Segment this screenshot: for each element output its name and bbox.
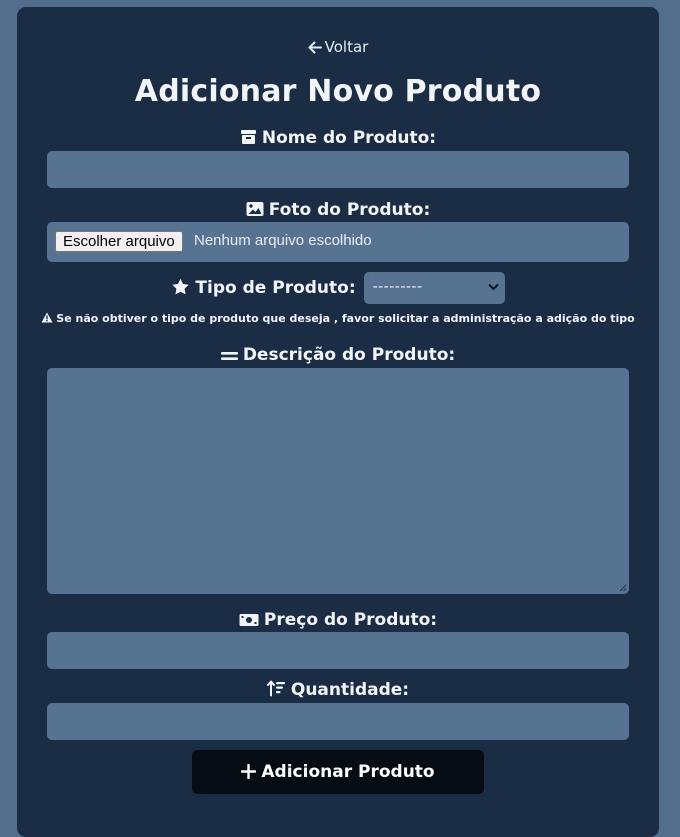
preco-input[interactable] [47,632,629,669]
add-product-button[interactable]: Adicionar Produto [192,750,484,794]
nome-input[interactable] [47,151,629,188]
equals-icon [220,352,238,360]
add-product-label: Adicionar Produto [261,762,435,782]
image-icon [246,202,264,216]
tipo-warning: Se não obtiver o tipo de produto que des… [17,312,659,325]
box-icon [240,130,256,144]
arrow-left-icon [308,41,322,54]
plus-icon [241,763,257,780]
quantidade-label: Quantidade: [17,680,659,700]
foto-file-input[interactable]: Escolher arquivo Nenhum arquivo escolhid… [47,222,629,262]
tipo-label: Tipo de Produto: [171,272,356,304]
descricao-label: Descrição do Produto: [17,345,659,365]
back-label: Voltar [324,38,369,56]
quantidade-input[interactable] [47,703,629,740]
preco-label: Preço do Produto: [17,610,659,630]
page-title: Adicionar Novo Produto [134,74,542,109]
sort-amount-icon [266,680,285,697]
foto-label: Foto do Produto: [17,200,659,220]
chevron-down-icon [487,283,499,291]
warning-icon [41,312,53,323]
nome-label: Nome do Produto: [17,128,659,148]
choose-file-button[interactable]: Escolher arquivo [55,231,183,252]
add-product-card: Voltar Adicionar Novo Produto Nome do Pr… [17,7,659,837]
descricao-textarea[interactable] [47,368,629,594]
resize-handle-icon[interactable] [619,584,627,592]
tipo-row: Tipo de Produto: --------- [17,272,659,304]
money-icon [239,614,259,626]
file-status-text: Nenhum arquivo escolhido [194,232,372,249]
star-icon [172,278,190,295]
tipo-selected-value: --------- [372,279,423,295]
back-link[interactable]: Voltar [17,38,659,56]
tipo-select[interactable]: --------- [363,272,505,304]
